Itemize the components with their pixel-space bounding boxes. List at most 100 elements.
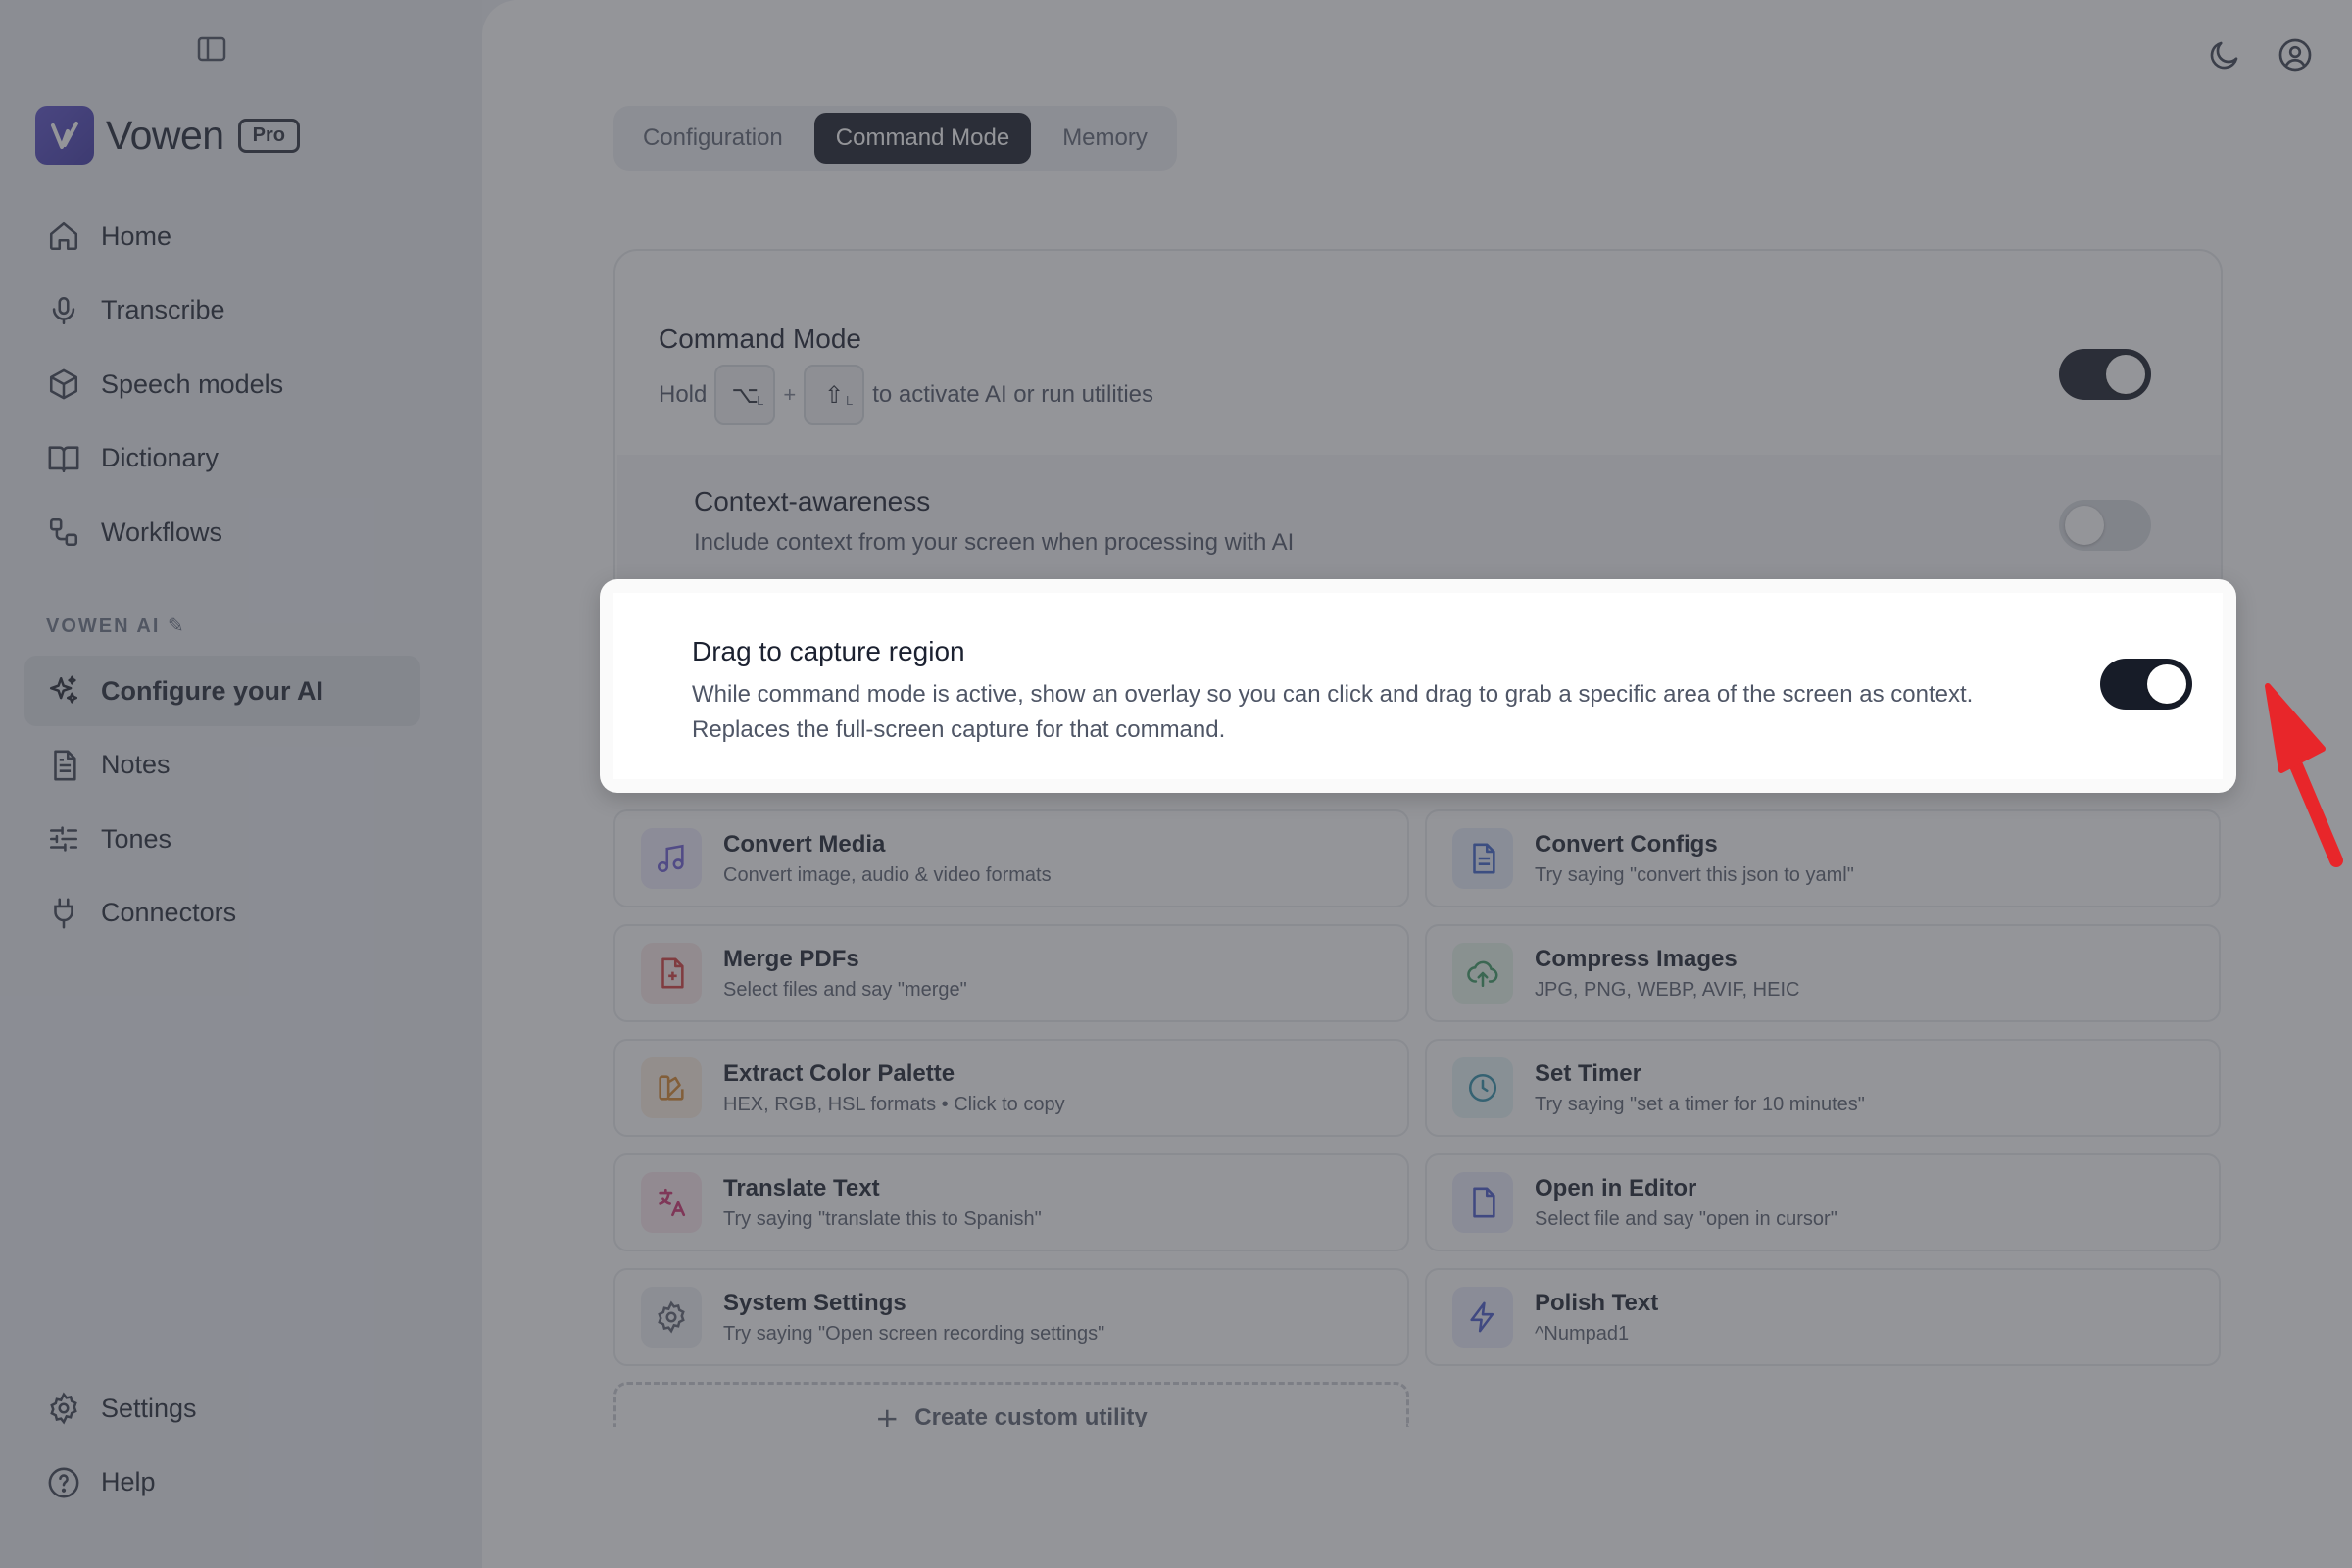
sidebar-item-label: Speech models (101, 368, 284, 399)
document-icon (1452, 828, 1513, 889)
shift-key: ⇧ L (804, 365, 865, 425)
utility-subtitle: Try saying "Open screen recording settin… (723, 1322, 1105, 1345)
sidebar-item-transcribe[interactable]: Transcribe (24, 275, 420, 346)
utility-convert-configs[interactable]: Convert Configs Try saying "convert this … (1425, 809, 2221, 907)
home-icon (46, 219, 81, 254)
utility-merge-pdfs[interactable]: Merge PDFs Select files and say "merge" (613, 924, 1409, 1022)
toggle-knob (2106, 355, 2145, 394)
utility-title: Translate Text (723, 1174, 880, 1201)
utility-title: Set Timer (1535, 1059, 1642, 1087)
utility-open-in-editor[interactable]: Open in Editor Select file and say "open … (1425, 1153, 2221, 1251)
gear-icon (46, 1391, 81, 1426)
sidebar-item-home[interactable]: Home (24, 201, 420, 271)
section-label-text: VOWEN AI (46, 615, 161, 637)
app-window: Vowen Pro Home Transcribe Speech models … (0, 0, 2352, 1568)
utility-subtitle: Select file and say "open in cursor" (1535, 1207, 1838, 1230)
note-icon (46, 748, 81, 783)
cube-icon (46, 367, 81, 402)
sidebar: Vowen Pro Home Transcribe Speech models … (0, 0, 482, 1568)
translate-icon (641, 1172, 702, 1233)
utility-subtitle: Try saying "convert this json to yaml" (1535, 863, 1854, 886)
brand: Vowen Pro (35, 105, 300, 166)
moon-icon[interactable] (2207, 37, 2242, 73)
user-account-icon[interactable] (2278, 37, 2313, 73)
sidebar-item-label: Tones (101, 823, 172, 854)
utility-title: Extract Color Palette (723, 1059, 956, 1087)
context-awareness-title: Context-awareness (694, 486, 931, 516)
command-mode-toggle[interactable] (2059, 349, 2151, 400)
utility-title: Compress Images (1535, 945, 1738, 972)
sidebar-item-label: Notes (101, 750, 171, 779)
create-custom-utility-button[interactable]: ＋ Create custom utility (613, 1382, 1409, 1427)
utility-subtitle: ^Numpad1 (1535, 1322, 1630, 1345)
drag-capture-row: Drag to capture region While command mod… (613, 593, 2223, 779)
command-mode-description: Hold ⌥ L + ⇧ L to activate AI or run utili… (659, 365, 1153, 425)
sidebar-item-label: Connectors (101, 898, 237, 927)
sidebar-item-help[interactable]: Help (24, 1447, 420, 1518)
utility-title: Convert Media (723, 830, 886, 858)
create-custom-utility-label: ＋ Create custom utility (875, 1400, 1148, 1428)
toggle-knob (2147, 664, 2186, 704)
drag-capture-highlight: Drag to capture region While command mod… (600, 579, 2236, 793)
sliders-icon (46, 821, 81, 857)
sidebar-item-connectors[interactable]: Connectors (24, 878, 420, 949)
sidebar-item-settings[interactable]: Settings (24, 1373, 420, 1444)
sidebar-item-label: Transcribe (101, 295, 225, 324)
sidebar-item-notes[interactable]: Notes (24, 730, 420, 801)
option-key: ⌥ L (714, 365, 776, 425)
music-note-icon (641, 828, 702, 889)
utility-subtitle: Convert image, audio & video formats (723, 863, 1052, 886)
tab-memory[interactable]: Memory (1041, 113, 1169, 164)
utility-translate-text[interactable]: Translate Text Try saying "translate this… (613, 1153, 1409, 1251)
tab-command-mode[interactable]: Command Mode (813, 113, 1032, 164)
utility-subtitle: Try saying "set a timer for 10 minutes" (1535, 1093, 1865, 1115)
drag-capture-text: Drag to capture region While command mod… (692, 636, 2025, 748)
brand-name: Vowen (106, 112, 224, 158)
utility-title: Polish Text (1535, 1289, 1659, 1316)
file-plus-icon (641, 943, 702, 1004)
section-label-vowen-ai: VOWEN AI ✎ (46, 613, 186, 638)
sidebar-item-label: Home (101, 220, 172, 251)
sidebar-item-speech-models[interactable]: Speech models (24, 349, 420, 419)
sidebar-item-configure-ai[interactable]: Configure your AI (24, 656, 420, 726)
pointer-arrow-icon (2265, 683, 2343, 867)
sidebar-item-workflows[interactable]: Workflows (24, 497, 420, 567)
drag-capture-description: While command mode is active, show an ov… (692, 677, 2025, 748)
utility-system-settings[interactable]: System Settings Try saying "Open screen r… (613, 1268, 1409, 1366)
sidebar-item-tones[interactable]: Tones (24, 804, 420, 874)
hold-text: Hold (659, 381, 708, 408)
drag-capture-desc-line2: Replaces the full-screen capture for tha… (692, 716, 1226, 743)
shift-key-side: L (845, 393, 854, 408)
sidebar-item-label: Workflows (101, 516, 223, 547)
sidebar-toggle-icon[interactable] (196, 35, 227, 63)
utility-title: Convert Configs (1535, 830, 1718, 858)
utility-convert-media[interactable]: Convert Media Convert image, audio & vide… (613, 809, 1409, 907)
command-mode-title: Command Mode (659, 323, 861, 354)
create-custom-text: Create custom utility (914, 1403, 1148, 1428)
utility-extract-color-palette[interactable]: Extract Color Palette HEX, RGB, HSL forma… (613, 1039, 1409, 1137)
option-key-side: L (757, 393, 764, 408)
utility-compress-images[interactable]: Compress Images JPG, PNG, WEBP, AVIF, HEI… (1425, 924, 2221, 1022)
sidebar-item-label: Help (101, 1467, 156, 1496)
plug-icon (46, 896, 81, 931)
utility-title: System Settings (723, 1289, 906, 1316)
plus-sign: + (783, 382, 797, 407)
toggle-knob (2065, 506, 2104, 545)
microphone-icon (46, 293, 81, 328)
tab-configuration[interactable]: Configuration (621, 113, 805, 164)
help-icon (46, 1465, 81, 1500)
utility-set-timer[interactable]: Set Timer Try saying "set a timer for 10 … (1425, 1039, 2221, 1137)
sidebar-item-label: Configure your AI (101, 675, 323, 706)
drag-capture-toggle[interactable] (2100, 659, 2192, 710)
drag-capture-title: Drag to capture region (692, 636, 965, 666)
main-nav: Home Transcribe Speech models Dictionary… (24, 201, 420, 571)
context-awareness-toggle[interactable] (2059, 500, 2151, 551)
sparkles-icon (46, 673, 81, 709)
lightning-icon (1452, 1287, 1513, 1348)
sidebar-item-label: Settings (101, 1393, 197, 1423)
sidebar-item-dictionary[interactable]: Dictionary (24, 423, 420, 494)
utility-polish-text[interactable]: Polish Text ^Numpad1 (1425, 1268, 2221, 1366)
option-key-glyph: ⌥ (731, 381, 760, 409)
clock-icon (1452, 1057, 1513, 1118)
shift-key-glyph: ⇧ (824, 381, 845, 409)
